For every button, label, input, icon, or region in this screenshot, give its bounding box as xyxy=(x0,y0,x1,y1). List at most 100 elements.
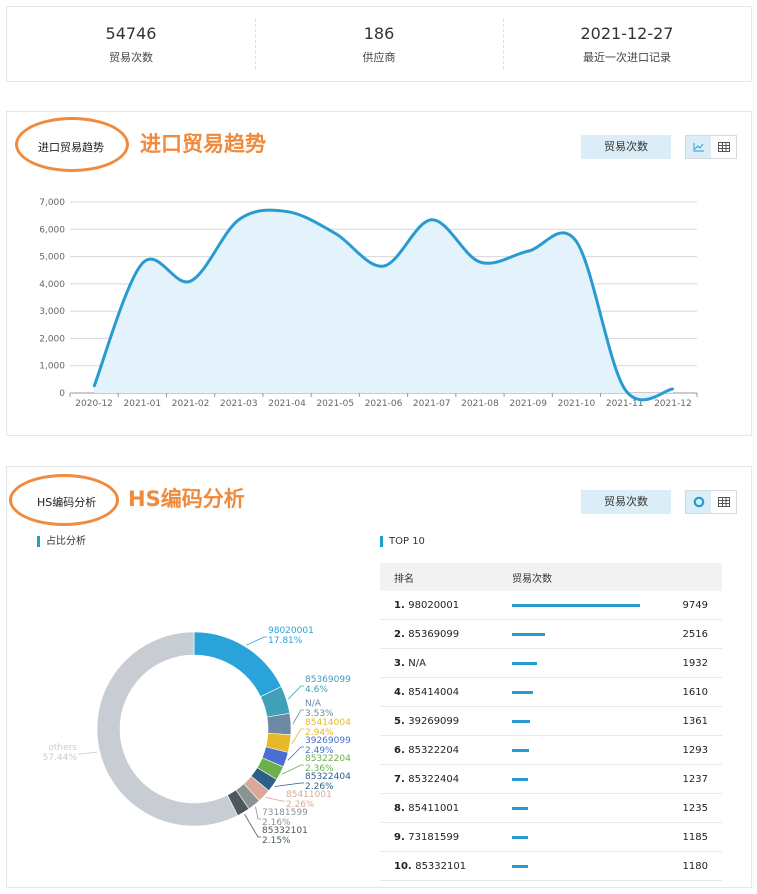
table-row[interactable]: 2. 85369099 2516 xyxy=(380,619,722,649)
count-bar-track xyxy=(512,632,662,636)
data-point[interactable] xyxy=(285,210,289,213)
data-point[interactable] xyxy=(334,232,337,235)
data-point[interactable] xyxy=(478,260,482,264)
table-row[interactable]: 5. 39269099 1361 xyxy=(380,706,722,736)
count-bar xyxy=(512,690,534,694)
slice-label: 85322204 xyxy=(305,754,351,764)
rank-number: 2. xyxy=(394,628,409,640)
slice-label: 85411001 xyxy=(286,790,332,800)
rank-number: 6. xyxy=(394,744,409,756)
top10-title: TOP 10 xyxy=(380,536,425,547)
count-value: 2516 xyxy=(677,619,722,649)
count-bar xyxy=(512,777,529,781)
hs-code-cell: 4. 85414004 xyxy=(380,677,511,707)
count-value: 9749 xyxy=(677,591,722,620)
top10-table: 排名 贸易次数 1. 98020001 9749 2. 85369099 2516 3.… xyxy=(380,563,722,881)
count-bar-cell xyxy=(511,648,678,678)
hs-code-cell: 6. 85322204 xyxy=(380,735,511,765)
data-point[interactable] xyxy=(92,384,96,388)
donut-chart-icon[interactable] xyxy=(686,491,711,513)
count-bar-track xyxy=(512,835,662,839)
count-value: 1293 xyxy=(677,735,722,765)
donut-slice[interactable] xyxy=(96,631,239,827)
y-tick-label: 4,000 xyxy=(39,280,65,290)
count-bar-track xyxy=(512,661,662,665)
count-value: 1361 xyxy=(677,706,722,736)
hs-code: 85411001 xyxy=(408,802,460,814)
hs-metric-button[interactable]: 贸易次数 xyxy=(581,490,671,514)
slice-leader-line xyxy=(265,796,285,802)
count-bar-track xyxy=(512,690,662,694)
slice-leader-line xyxy=(287,746,304,761)
table-row[interactable]: 8. 85411001 1235 xyxy=(380,793,722,823)
count-bar-cell xyxy=(511,764,678,794)
table-row[interactable]: 7. 85322404 1237 xyxy=(380,764,722,794)
count-bar-cell xyxy=(511,735,678,765)
data-point[interactable] xyxy=(430,218,433,221)
count-bar-cell xyxy=(511,619,678,649)
data-point[interactable] xyxy=(237,218,241,221)
x-tick-label: 2021-09 xyxy=(509,399,547,409)
slice-label: 39269099 xyxy=(305,736,351,746)
table-row[interactable]: 9. 73181599 1185 xyxy=(380,822,722,852)
data-point[interactable] xyxy=(189,279,192,283)
table-row[interactable]: 3. N/A 1932 xyxy=(380,648,722,678)
hs-code: 85322404 xyxy=(408,773,460,785)
donut-slice[interactable] xyxy=(266,712,292,736)
slice-leader-line xyxy=(244,813,261,838)
hs-code: N/A xyxy=(408,657,426,669)
y-tick-label: 6,000 xyxy=(39,225,65,235)
data-point[interactable] xyxy=(526,249,530,253)
x-tick-label: 2021-10 xyxy=(558,399,596,409)
hs-code-cell: 5. 39269099 xyxy=(380,706,511,736)
data-point[interactable] xyxy=(575,240,578,243)
slice-leader-line xyxy=(291,728,304,745)
slice-label: 98020001 xyxy=(268,626,314,636)
hs-code: 85369099 xyxy=(408,628,460,640)
count-bar-track xyxy=(512,748,662,752)
x-tick-label: 2021-12 xyxy=(654,399,692,409)
rank-number: 1. xyxy=(394,599,409,611)
count-bar-track xyxy=(512,777,662,781)
count-bar-cell xyxy=(511,851,678,881)
hs-code-cell: 10. 85332101 xyxy=(380,851,511,881)
slice-leader-line xyxy=(288,685,304,700)
count-bar xyxy=(512,719,530,723)
count-bar-cell xyxy=(511,677,678,707)
rank-number: 9. xyxy=(394,831,409,843)
table-row[interactable]: 10. 85332101 1180 xyxy=(380,851,722,881)
rank-number: 10. xyxy=(394,860,416,872)
hs-code-cell: 9. 73181599 xyxy=(380,822,511,852)
data-point[interactable] xyxy=(623,387,626,391)
slice-label: 85322404 xyxy=(305,772,351,782)
slice-leader-line xyxy=(78,751,98,755)
slice-percent: 4.6% xyxy=(305,685,328,695)
x-tick-label: 2021-02 xyxy=(172,399,210,409)
data-point[interactable] xyxy=(141,262,144,265)
trend-chart: 0 1,000 2,000 3,000 4,000 5,000 6,000 7,000 2020… xyxy=(39,198,698,409)
count-bar xyxy=(512,835,528,839)
data-point[interactable] xyxy=(671,387,675,391)
hs-code: 85322204 xyxy=(408,744,460,756)
hs-code-cell: 1. 98020001 xyxy=(380,591,511,620)
table-icon[interactable] xyxy=(711,491,736,513)
header-trade-count: 贸易次数 xyxy=(511,563,722,591)
hs-donut-chart: 9802000117.81%853690994.6%N/A3.53%854140… xyxy=(43,626,351,846)
hs-panel-title: HS编码分析 xyxy=(37,496,97,509)
hs-code-cell: 7. 85322404 xyxy=(380,764,511,794)
rank-number: 3. xyxy=(394,657,409,669)
x-tick-label: 2021-01 xyxy=(124,399,162,409)
table-row[interactable]: 4. 85414004 1610 xyxy=(380,677,722,707)
slice-label: N/A xyxy=(305,699,322,709)
x-tick-label: 2021-07 xyxy=(413,399,451,409)
count-bar xyxy=(512,632,546,636)
count-value: 1237 xyxy=(677,764,722,794)
count-value: 1185 xyxy=(677,822,722,852)
table-row[interactable]: 6. 85322204 1293 xyxy=(380,735,722,765)
table-row[interactable]: 1. 98020001 9749 xyxy=(380,591,722,620)
count-bar xyxy=(512,806,529,810)
count-bar-track xyxy=(512,864,662,868)
hs-annotation-title: HS编码分析 xyxy=(128,487,245,511)
count-value: 1610 xyxy=(677,677,722,707)
data-point[interactable] xyxy=(382,264,385,268)
